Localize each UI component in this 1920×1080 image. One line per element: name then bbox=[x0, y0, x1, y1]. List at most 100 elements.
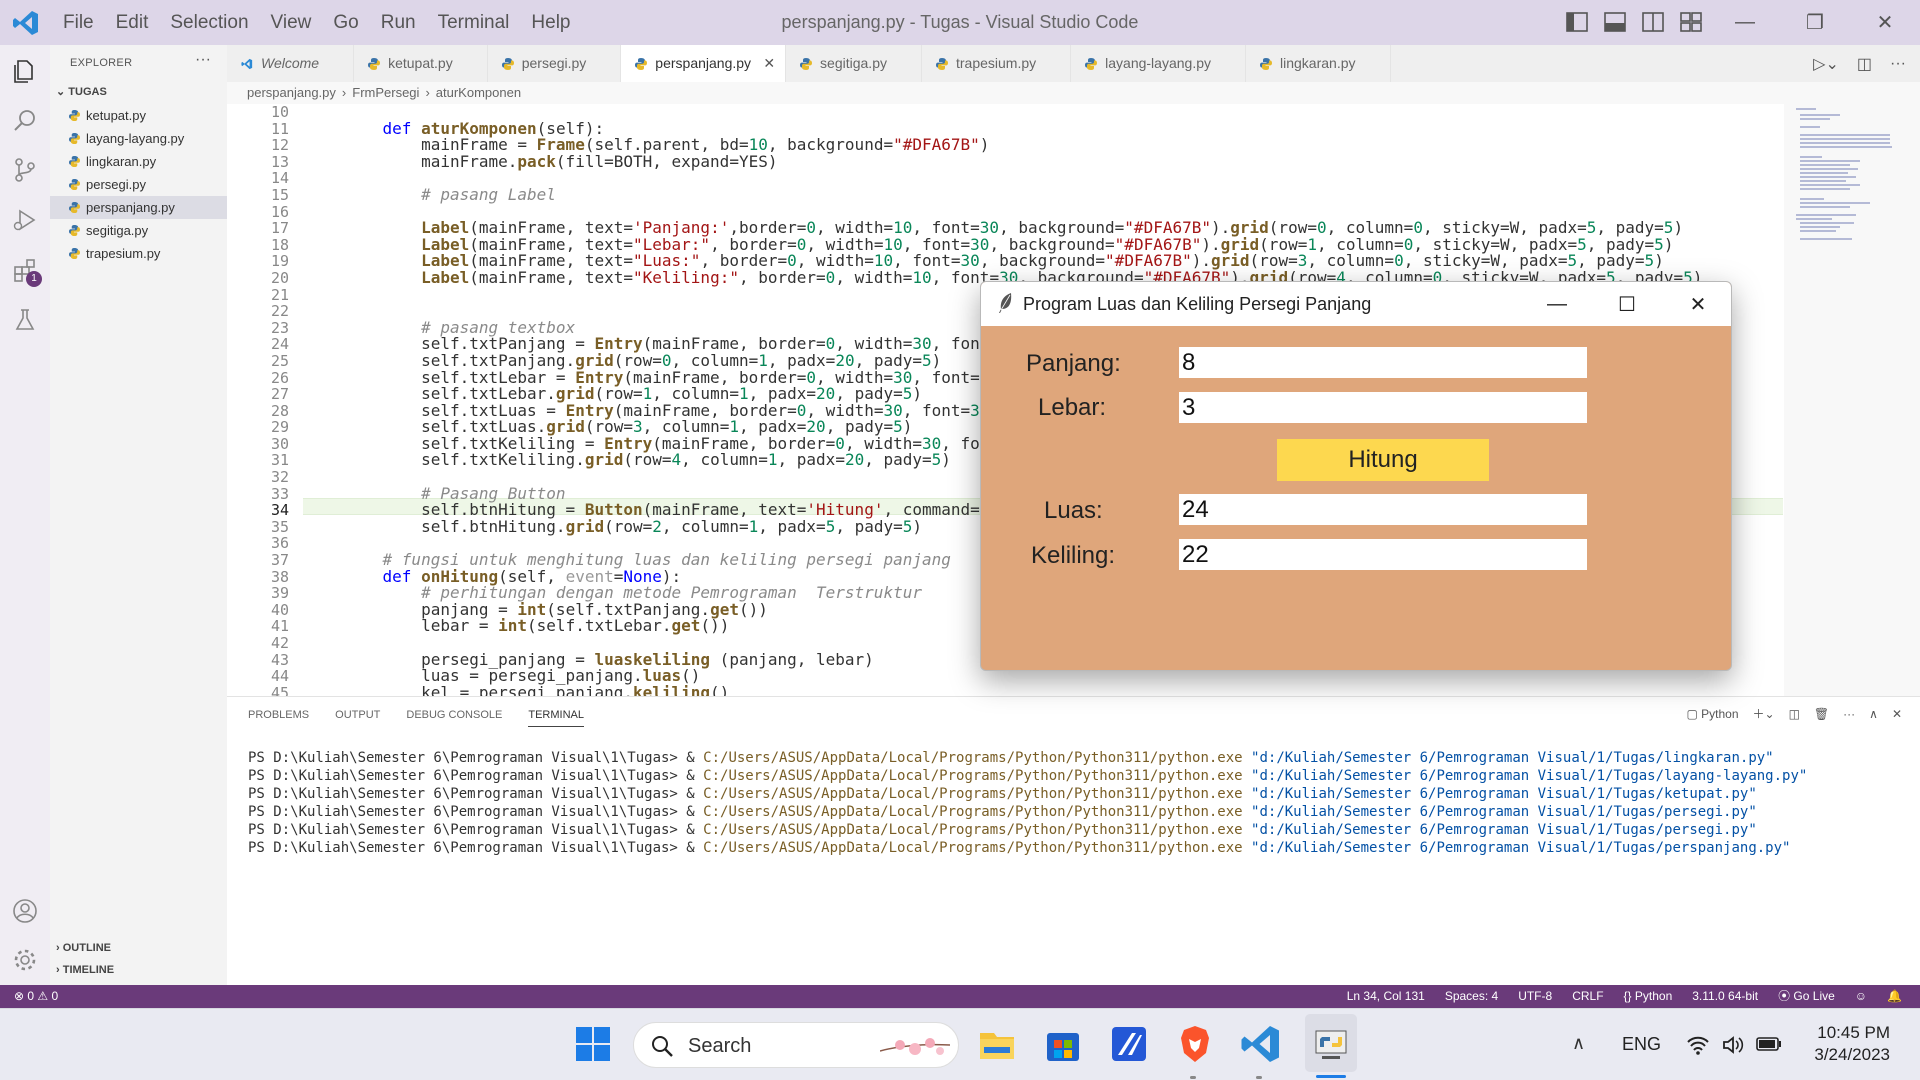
hitung-button[interactable]: Hitung bbox=[1277, 439, 1489, 481]
file-item[interactable]: perspanjang.py bbox=[50, 196, 227, 219]
file-item[interactable]: persegi.py bbox=[50, 173, 227, 196]
file-item[interactable]: trapesium.py bbox=[50, 242, 227, 265]
wifi-icon[interactable] bbox=[1686, 1034, 1710, 1056]
minimize-icon[interactable]: — bbox=[1710, 0, 1780, 45]
breadcrumb: perspanjang.py › FrmPersegi › aturKompon… bbox=[247, 82, 521, 104]
folder-tugas[interactable]: ⌄ TUGAS bbox=[56, 85, 107, 98]
tk-close-icon[interactable]: ✕ bbox=[1663, 282, 1731, 326]
tab-welcome[interactable]: Welcome bbox=[227, 45, 355, 82]
file-explorer-icon[interactable] bbox=[976, 1023, 1018, 1065]
language-mode[interactable]: {} Python bbox=[1624, 985, 1673, 1008]
tab-perspanjang[interactable]: perspanjang.py ✕ bbox=[621, 45, 787, 82]
language-indicator[interactable]: ENG bbox=[1622, 1034, 1661, 1055]
file-item[interactable]: lingkaran.py bbox=[50, 150, 227, 173]
luas-input[interactable]: 24 bbox=[1179, 494, 1587, 525]
toggle-panel-icon[interactable] bbox=[1603, 10, 1627, 34]
kill-terminal-icon[interactable]: 🗑 bbox=[1814, 707, 1829, 721]
notifications-bell-icon[interactable]: 🔔 bbox=[1887, 985, 1902, 1008]
clock[interactable]: 10:45 PM 3/24/2023 bbox=[1814, 1022, 1890, 1066]
timeline-section[interactable]: › TIMELINE bbox=[56, 964, 114, 976]
customize-layout-icon[interactable] bbox=[1679, 10, 1703, 34]
vscode-taskbar-icon[interactable] bbox=[1240, 1023, 1282, 1065]
code-line[interactable]: # pasang Label bbox=[344, 186, 1702, 204]
source-control-icon[interactable] bbox=[12, 157, 38, 183]
visual-studio-app-icon[interactable] bbox=[1108, 1023, 1150, 1065]
explorer-more-icon[interactable]: ··· bbox=[195, 51, 211, 69]
run-python-icon[interactable]: ▷⌄ bbox=[1813, 54, 1839, 74]
run-debug-icon[interactable] bbox=[12, 207, 38, 233]
new-terminal-icon[interactable]: ＋⌄ bbox=[1753, 705, 1775, 722]
split-editor-icon[interactable]: ◫ bbox=[1857, 54, 1872, 74]
line-ending[interactable]: CRLF bbox=[1572, 985, 1603, 1008]
more-icon[interactable]: ··· bbox=[1843, 707, 1855, 721]
menu-run[interactable]: Run bbox=[370, 0, 427, 45]
panel-tab-terminal[interactable]: TERMINAL bbox=[528, 709, 584, 727]
tab-trapesium[interactable]: trapesium.py bbox=[922, 45, 1072, 82]
menu-file[interactable]: File bbox=[52, 0, 105, 45]
start-windows-icon[interactable] bbox=[572, 1023, 614, 1065]
more-actions-icon[interactable]: ··· bbox=[1890, 55, 1906, 73]
accounts-icon[interactable] bbox=[12, 898, 38, 924]
cursor-position[interactable]: Ln 34, Col 131 bbox=[1347, 985, 1425, 1008]
panel-tab-debug-console[interactable]: DEBUG CONSOLE bbox=[406, 709, 502, 727]
problems-status[interactable]: ⊗ 0 ⚠ 0 bbox=[14, 985, 58, 1008]
menu-edit[interactable]: Edit bbox=[105, 0, 160, 45]
menu-selection[interactable]: Selection bbox=[159, 0, 259, 45]
tab-close-icon[interactable]: ✕ bbox=[763, 45, 775, 82]
menu-help[interactable]: Help bbox=[520, 0, 581, 45]
lebar-input[interactable]: 3 bbox=[1179, 392, 1587, 423]
explorer-icon[interactable] bbox=[12, 58, 38, 84]
breadcrumb-class[interactable]: FrmPersegi bbox=[352, 82, 419, 104]
toggle-secondary-sidebar-icon[interactable] bbox=[1641, 10, 1665, 34]
maximize-panel-icon[interactable]: ∧ bbox=[1869, 707, 1878, 721]
taskbar-search[interactable]: Search bbox=[633, 1022, 959, 1068]
terminal-output[interactable]: PS D:\Kuliah\Semester 6\Pemrograman Visu… bbox=[248, 749, 1807, 857]
python-tk-icon[interactable] bbox=[1310, 1023, 1352, 1065]
explorer-sidebar: EXPLORER ··· ⌄ TUGAS ketupat.py layang-la… bbox=[50, 45, 227, 985]
brave-browser-icon[interactable] bbox=[1174, 1023, 1216, 1065]
volume-icon[interactable] bbox=[1722, 1034, 1744, 1056]
tab-ketupat[interactable]: ketupat.py bbox=[354, 45, 488, 82]
menu-terminal[interactable]: Terminal bbox=[427, 0, 521, 45]
panel-tab-problems[interactable]: PROBLEMS bbox=[248, 709, 309, 727]
tk-minimize-icon[interactable]: — bbox=[1522, 282, 1592, 326]
terminal-shell-label[interactable]: ▢ Python bbox=[1686, 707, 1738, 721]
menu-go[interactable]: Go bbox=[322, 0, 369, 45]
minimap[interactable] bbox=[1784, 104, 1904, 244]
encoding[interactable]: UTF-8 bbox=[1518, 985, 1552, 1008]
settings-gear-icon[interactable] bbox=[12, 947, 38, 973]
keliling-input[interactable]: 22 bbox=[1179, 539, 1587, 570]
chevron-up-icon[interactable]: ∧ bbox=[1572, 1033, 1585, 1054]
tab-layang-layang[interactable]: layang-layang.py bbox=[1071, 45, 1246, 82]
breadcrumb-method[interactable]: aturKomponen bbox=[436, 82, 521, 104]
close-icon[interactable]: ✕ bbox=[1850, 0, 1920, 45]
tab-segitiga[interactable]: segitiga.py bbox=[786, 45, 922, 82]
breadcrumb-file[interactable]: perspanjang.py bbox=[247, 82, 336, 104]
tab-lingkaran[interactable]: lingkaran.py bbox=[1246, 45, 1391, 82]
close-panel-icon[interactable]: ✕ bbox=[1892, 707, 1902, 721]
menu-view[interactable]: View bbox=[260, 0, 323, 45]
tk-maximize-icon[interactable]: ☐ bbox=[1592, 282, 1662, 326]
desktop: File Edit Selection View Go Run Terminal… bbox=[0, 0, 1920, 1080]
battery-icon[interactable] bbox=[1756, 1036, 1782, 1052]
feedback-icon[interactable]: ☺ bbox=[1855, 985, 1867, 1008]
split-terminal-icon[interactable]: ◫ bbox=[1789, 707, 1800, 721]
restore-icon[interactable]: ❐ bbox=[1780, 0, 1850, 45]
search-icon[interactable] bbox=[12, 108, 38, 134]
file-item[interactable]: ketupat.py bbox=[50, 104, 227, 127]
file-item[interactable]: segitiga.py bbox=[50, 219, 227, 242]
go-live[interactable]: ⦿ Go Live bbox=[1778, 985, 1835, 1008]
panel-tab-output[interactable]: OUTPUT bbox=[335, 709, 380, 727]
testing-icon[interactable] bbox=[12, 307, 38, 333]
toggle-primary-sidebar-icon[interactable] bbox=[1565, 10, 1589, 34]
code-line[interactable]: mainFrame.pack(fill=BOTH, expand=YES) bbox=[344, 153, 1702, 171]
python-interpreter[interactable]: 3.11.0 64-bit bbox=[1692, 985, 1758, 1008]
outline-section[interactable]: › OUTLINE bbox=[56, 942, 111, 954]
panjang-input[interactable]: 8 bbox=[1179, 347, 1587, 378]
indentation[interactable]: Spaces: 4 bbox=[1445, 985, 1498, 1008]
file-item[interactable]: layang-layang.py bbox=[50, 127, 227, 150]
code-line[interactable]: kel = persegi_panjang.keliling() bbox=[344, 684, 1702, 696]
tab-persegi[interactable]: persegi.py bbox=[488, 45, 622, 82]
explorer-title: EXPLORER bbox=[70, 57, 133, 69]
microsoft-store-icon[interactable] bbox=[1042, 1023, 1084, 1065]
